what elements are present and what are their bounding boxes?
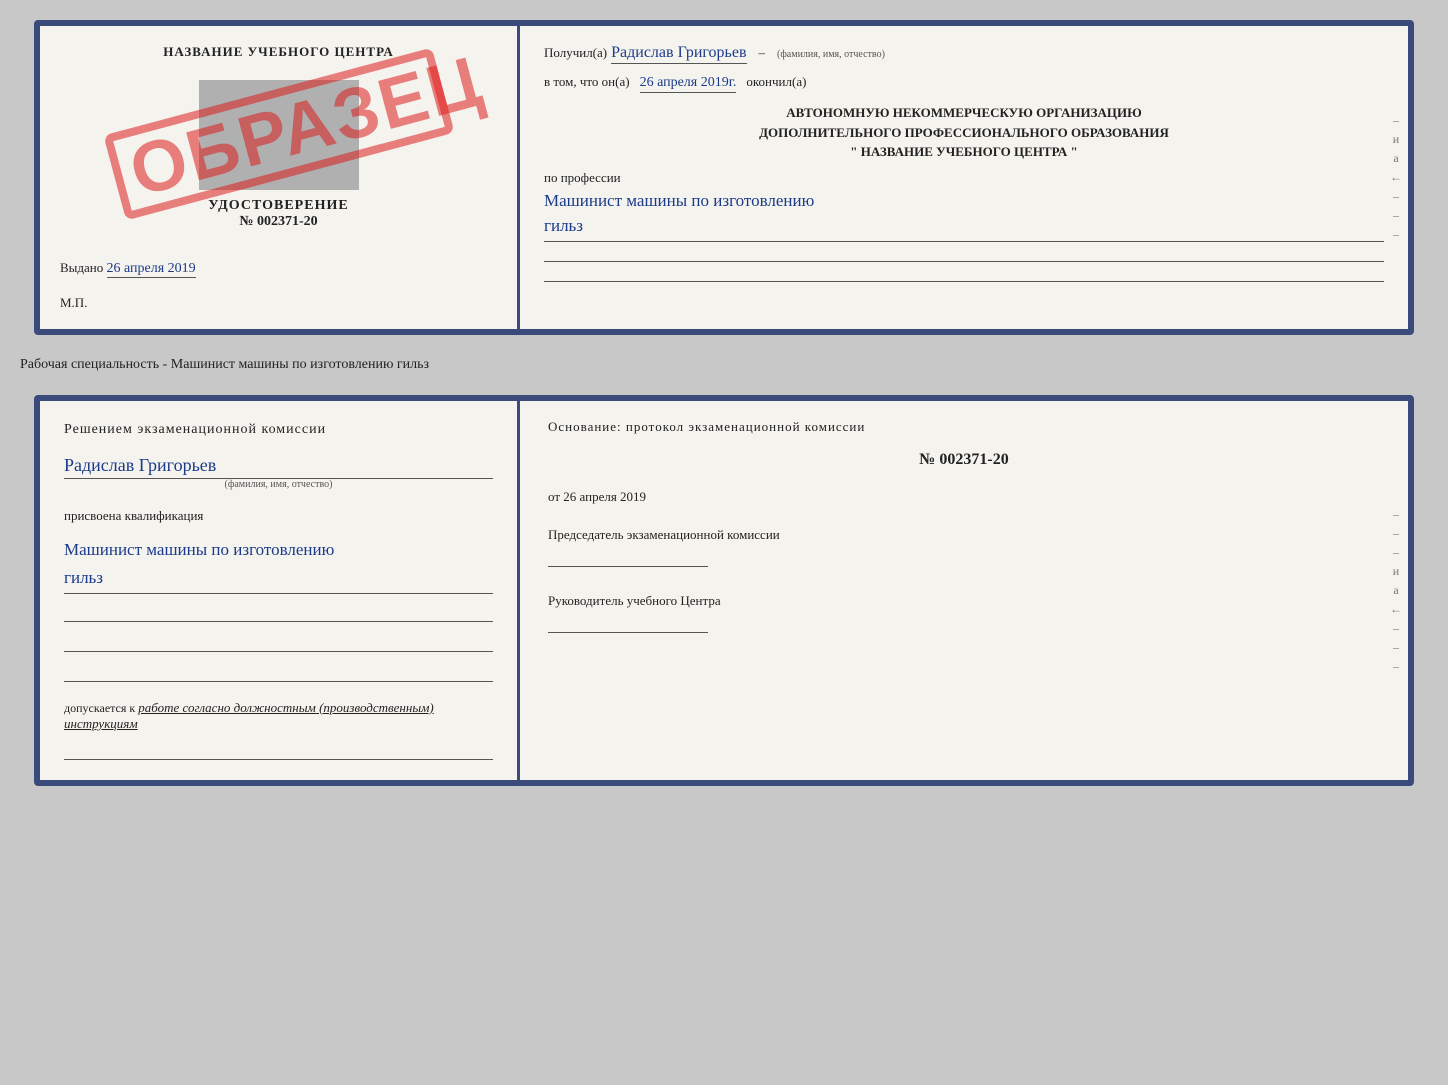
rukovoditel-block: Руководитель учебного Центра (548, 593, 1380, 633)
org-line3: " НАЗВАНИЕ УЧЕБНОГО ЦЕНТРА " (544, 142, 1384, 162)
recipient-name-bottom: Радислав Григорьев (64, 455, 493, 479)
komissia-title: Решением экзаменационной комиссии (64, 419, 493, 441)
bottom-right-marks: – – – и а ← – – – (1390, 401, 1402, 780)
protocol-number: № 002371-20 (548, 451, 1380, 469)
specialty-separator: Рабочая специальность - Машинист машины … (20, 353, 1428, 377)
predsedatel-signature-line (548, 547, 708, 567)
qualification-text: Машинист машины по изготовлению гильз (64, 536, 493, 593)
po-professii-label: по профессии (544, 170, 1384, 186)
protocol-date: 26 апреля 2019 (563, 489, 646, 504)
underline2 (544, 264, 1384, 282)
cert-label: УДОСТОВЕРЕНИЕ (208, 198, 348, 214)
vydano-line: Выдано 26 апреля 2019 (60, 250, 497, 277)
bottom-underline1 (64, 604, 493, 622)
vtom-row: в том, что он(а) 26 апреля 2019г. окончи… (544, 74, 1384, 93)
osnov-title: Основание: протокол экзаменационной коми… (548, 419, 1380, 435)
org-block: АВТОНОМНУЮ НЕКОММЕРЧЕСКУЮ ОРГАНИЗАЦИЮ ДО… (544, 103, 1384, 162)
bottom-underline3 (64, 664, 493, 682)
poluchil-label: Получил(а) (544, 45, 607, 61)
ot-prefix: от (548, 489, 560, 504)
top-right-panel: Получил(а) Радислав Григорьев – (фамилия… (520, 26, 1408, 329)
mp-line: М.П. (60, 295, 497, 311)
photo-placeholder (199, 80, 359, 190)
school-name-title: НАЗВАНИЕ УЧЕБНОГО ЦЕНТРА (60, 44, 497, 60)
okonchil-label: окончил(а) (746, 74, 806, 90)
dopuskaetsya-block: допускается к работе согласно должностны… (64, 700, 493, 732)
bottom-right-panel: Основание: протокол экзаменационной коми… (520, 401, 1408, 780)
predsedatel-label: Председатель экзаменационной комиссии (548, 527, 1380, 543)
stamp-area: УДОСТОВЕРЕНИЕ № 002371-20 ОБРАЗЕЦ (60, 80, 497, 240)
profession-text: Машинист машины по изготовлению гильз (544, 188, 1384, 242)
org-line1: АВТОНОМНУЮ НЕКОММЕРЧЕСКУЮ ОРГАНИЗАЦИЮ (544, 103, 1384, 123)
bottom-certificate: Решением экзаменационной комиссии Радисл… (34, 395, 1414, 786)
top-certificate: НАЗВАНИЕ УЧЕБНОГО ЦЕНТРА УДОСТОВЕРЕНИЕ №… (34, 20, 1414, 335)
profession-line1: Машинист машины по изготовлению (544, 188, 1384, 214)
poluchil-row: Получил(а) Радислав Григорьев – (фамилия… (544, 44, 1384, 64)
bottom-underline2 (64, 634, 493, 652)
profession-line2: гильз (544, 213, 1384, 242)
rukovoditel-signature-line (548, 613, 708, 633)
vtom-prefix: в том, что он(а) (544, 74, 630, 90)
underline1 (544, 244, 1384, 262)
fio-label-top: (фамилия, имя, отчество) (777, 49, 885, 60)
recipient-name: Радислав Григорьев (611, 44, 746, 64)
bottom-left-panel: Решением экзаменационной комиссии Радисл… (40, 401, 520, 780)
vydano-date: 26 апреля 2019 (107, 261, 196, 278)
org-line2: ДОПОЛНИТЕЛЬНОГО ПРОФЕССИОНАЛЬНОГО ОБРАЗО… (544, 123, 1384, 143)
dopuskaetsya-prefix: допускается к (64, 701, 135, 715)
qual-line1: Машинист машины по изготовлению (64, 536, 493, 563)
fio-label-bottom: (фамилия, имя, отчество) (64, 479, 493, 490)
name-block: Радислав Григорьев (фамилия, имя, отчест… (64, 455, 493, 490)
date-line: от 26 апреля 2019 (548, 489, 1380, 505)
predsedatel-block: Председатель экзаменационной комиссии (548, 527, 1380, 567)
bottom-underline4 (64, 742, 493, 760)
top-left-panel: НАЗВАНИЕ УЧЕБНОГО ЦЕНТРА УДОСТОВЕРЕНИЕ №… (40, 26, 520, 329)
qual-line2: гильз (64, 564, 493, 594)
cert-number: № 002371-20 (239, 214, 317, 230)
prisvoena-label: присвоена квалификация (64, 508, 493, 524)
vtom-date: 26 апреля 2019г. (640, 75, 737, 93)
rukovoditel-label: Руководитель учебного Центра (548, 593, 1380, 609)
right-marks: – и а ← – – – (1390, 26, 1402, 329)
